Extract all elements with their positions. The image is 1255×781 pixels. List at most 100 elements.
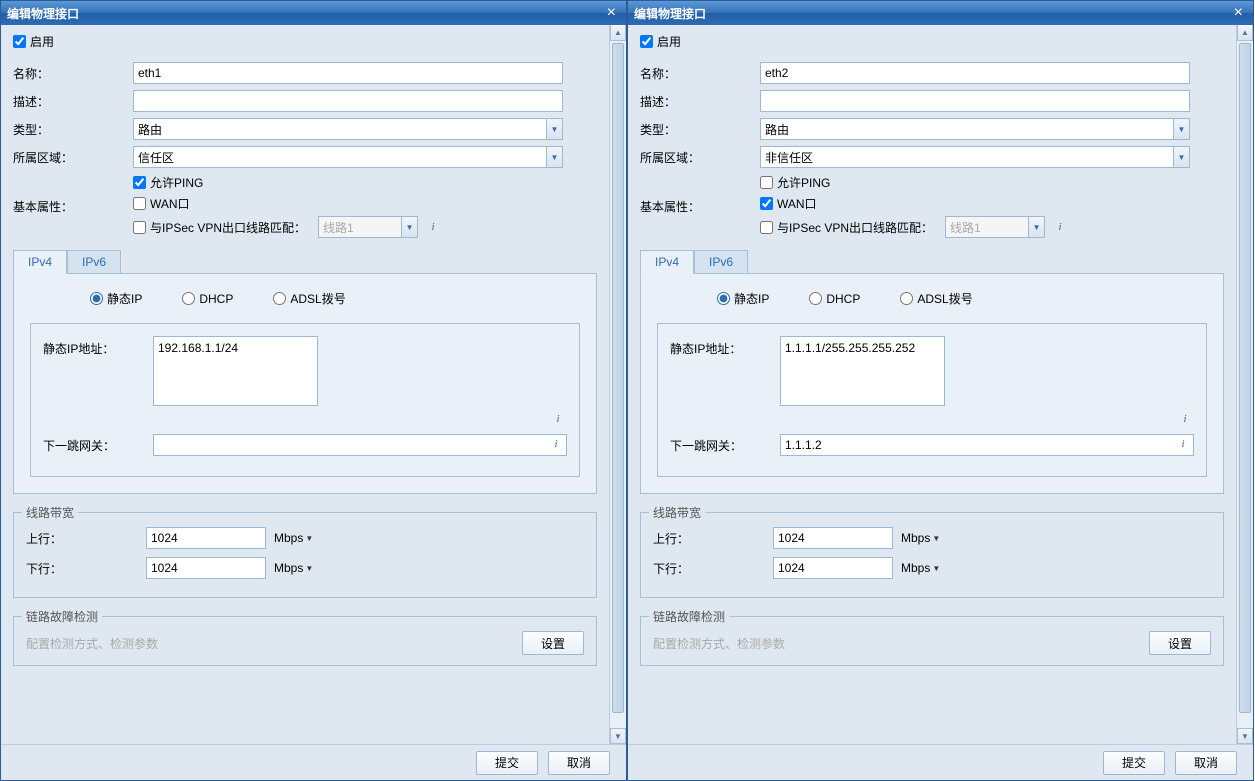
close-icon[interactable]: × xyxy=(1230,4,1247,22)
enable-checkbox-row: 启用 xyxy=(640,33,1224,50)
close-icon[interactable]: × xyxy=(603,4,620,22)
static-ip-textarea[interactable] xyxy=(153,336,318,406)
enable-checkbox[interactable] xyxy=(13,35,26,48)
vertical-scrollbar[interactable]: ▲ ▼ xyxy=(609,25,626,744)
link-detect-settings-button[interactable]: 设置 xyxy=(1149,631,1211,655)
ipsec-checkbox[interactable] xyxy=(133,221,146,234)
radio-dhcp[interactable]: DHCP xyxy=(182,290,233,307)
chevron-down-icon[interactable]: ▼ xyxy=(546,147,562,167)
ping-checkbox[interactable] xyxy=(760,176,773,189)
scroll-up-icon[interactable]: ▲ xyxy=(610,25,626,41)
info-icon[interactable]: i xyxy=(426,220,440,234)
tab-ipv4[interactable]: IPv4 xyxy=(640,250,694,274)
zone-combo[interactable]: ▼ xyxy=(133,146,563,168)
ipsec-checkbox[interactable] xyxy=(760,221,773,234)
dialog-title: 编辑物理接口 xyxy=(7,5,603,22)
chevron-down-icon[interactable]: ▼ xyxy=(1028,217,1044,237)
scroll-thumb[interactable] xyxy=(1239,43,1251,713)
static-ip-box: 静态IP地址： i 下一跳网关： i xyxy=(30,323,580,477)
gateway-input[interactable] xyxy=(153,434,567,456)
wan-checkbox[interactable] xyxy=(133,197,146,210)
upstream-unit-dropdown[interactable]: Mbps▼ xyxy=(901,531,940,545)
ipsec-line-combo[interactable]: ▼ xyxy=(945,216,1045,238)
ping-label: 允许PING xyxy=(777,174,830,191)
wan-check-line[interactable]: WAN口 xyxy=(133,195,597,212)
chevron-down-icon[interactable]: ▼ xyxy=(401,217,417,237)
enable-checkbox-row: 启用 xyxy=(13,33,597,50)
static-ip-label: 静态IP地址： xyxy=(43,336,153,357)
downstream-input[interactable] xyxy=(146,557,266,579)
bandwidth-legend: 线路带宽 xyxy=(22,504,78,521)
name-input[interactable] xyxy=(760,62,1190,84)
desc-input[interactable] xyxy=(760,90,1190,112)
scroll-up-icon[interactable]: ▲ xyxy=(1237,25,1253,41)
ipsec-check-line: 与IPSec VPN出口线路匹配： ▼ i xyxy=(133,216,597,238)
type-combo-input[interactable] xyxy=(133,118,563,140)
zone-combo[interactable]: ▼ xyxy=(760,146,1190,168)
type-combo[interactable]: ▼ xyxy=(760,118,1190,140)
ipsec-label: 与IPSec VPN出口线路匹配： xyxy=(150,219,306,236)
submit-button[interactable]: 提交 xyxy=(476,751,538,775)
name-label: 名称： xyxy=(13,65,133,82)
static-ip-textarea[interactable] xyxy=(780,336,945,406)
type-combo-input[interactable] xyxy=(760,118,1190,140)
wan-check-line[interactable]: WAN口 xyxy=(760,195,1224,212)
gateway-label: 下一跳网关： xyxy=(43,437,153,454)
submit-button[interactable]: 提交 xyxy=(1103,751,1165,775)
ipsec-line-combo[interactable]: ▼ xyxy=(318,216,418,238)
tab-ipv4[interactable]: IPv4 xyxy=(13,250,67,274)
gateway-input[interactable] xyxy=(780,434,1194,456)
tab-ipv6[interactable]: IPv6 xyxy=(67,250,121,273)
radio-adsl[interactable]: ADSL拨号 xyxy=(273,290,345,307)
upstream-unit-dropdown[interactable]: Mbps▼ xyxy=(274,531,313,545)
desc-input[interactable] xyxy=(133,90,563,112)
ipv4-panel: 静态IP DHCP ADSL拨号 静态IP地址： i 下一跳网关： xyxy=(640,273,1224,494)
bandwidth-fieldset: 线路带宽 上行： Mbps▼ 下行： Mbps▼ xyxy=(13,512,597,598)
zone-row: 所属区域： ▼ xyxy=(640,146,1224,168)
info-icon[interactable]: i xyxy=(1053,220,1067,234)
info-icon[interactable]: i xyxy=(551,412,565,426)
zone-combo-input[interactable] xyxy=(133,146,563,168)
downstream-row: 下行： Mbps▼ xyxy=(653,557,1211,579)
cancel-button[interactable]: 取消 xyxy=(548,751,610,775)
radio-adsl[interactable]: ADSL拨号 xyxy=(900,290,972,307)
radio-static[interactable]: 静态IP xyxy=(90,290,142,307)
type-combo[interactable]: ▼ xyxy=(133,118,563,140)
ping-check-line[interactable]: 允许PING xyxy=(133,174,597,191)
chevron-down-icon[interactable]: ▼ xyxy=(546,119,562,139)
wan-checkbox[interactable] xyxy=(760,197,773,210)
tab-ipv6[interactable]: IPv6 xyxy=(694,250,748,273)
ping-checkbox[interactable] xyxy=(133,176,146,189)
wan-label: WAN口 xyxy=(150,195,190,212)
info-icon[interactable]: i xyxy=(549,437,563,451)
link-detect-settings-button[interactable]: 设置 xyxy=(522,631,584,655)
downstream-unit-dropdown[interactable]: Mbps▼ xyxy=(901,561,940,575)
upstream-input[interactable] xyxy=(146,527,266,549)
ping-check-line[interactable]: 允许PING xyxy=(760,174,1224,191)
link-detect-legend: 链路故障检测 xyxy=(649,608,729,625)
desc-row: 描述： xyxy=(640,90,1224,112)
downstream-input[interactable] xyxy=(773,557,893,579)
upstream-row: 上行： Mbps▼ xyxy=(26,527,584,549)
link-detect-legend: 链路故障检测 xyxy=(22,608,102,625)
upstream-label: 上行： xyxy=(26,530,146,547)
vertical-scrollbar[interactable]: ▲ ▼ xyxy=(1236,25,1253,744)
radio-static[interactable]: 静态IP xyxy=(717,290,769,307)
info-icon[interactable]: i xyxy=(1176,437,1190,451)
scroll-thumb[interactable] xyxy=(612,43,624,713)
upstream-input[interactable] xyxy=(773,527,893,549)
downstream-unit-dropdown[interactable]: Mbps▼ xyxy=(274,561,313,575)
type-row: 类型： ▼ xyxy=(640,118,1224,140)
name-input[interactable] xyxy=(133,62,563,84)
caret-down-icon: ▼ xyxy=(932,564,940,573)
cancel-button[interactable]: 取消 xyxy=(1175,751,1237,775)
radio-dhcp[interactable]: DHCP xyxy=(809,290,860,307)
chevron-down-icon[interactable]: ▼ xyxy=(1173,147,1189,167)
chevron-down-icon[interactable]: ▼ xyxy=(1173,119,1189,139)
enable-checkbox[interactable] xyxy=(640,35,653,48)
scroll-down-icon[interactable]: ▼ xyxy=(1237,728,1253,744)
scroll-down-icon[interactable]: ▼ xyxy=(610,728,626,744)
zone-combo-input[interactable] xyxy=(760,146,1190,168)
caret-down-icon: ▼ xyxy=(305,564,313,573)
info-icon[interactable]: i xyxy=(1178,412,1192,426)
